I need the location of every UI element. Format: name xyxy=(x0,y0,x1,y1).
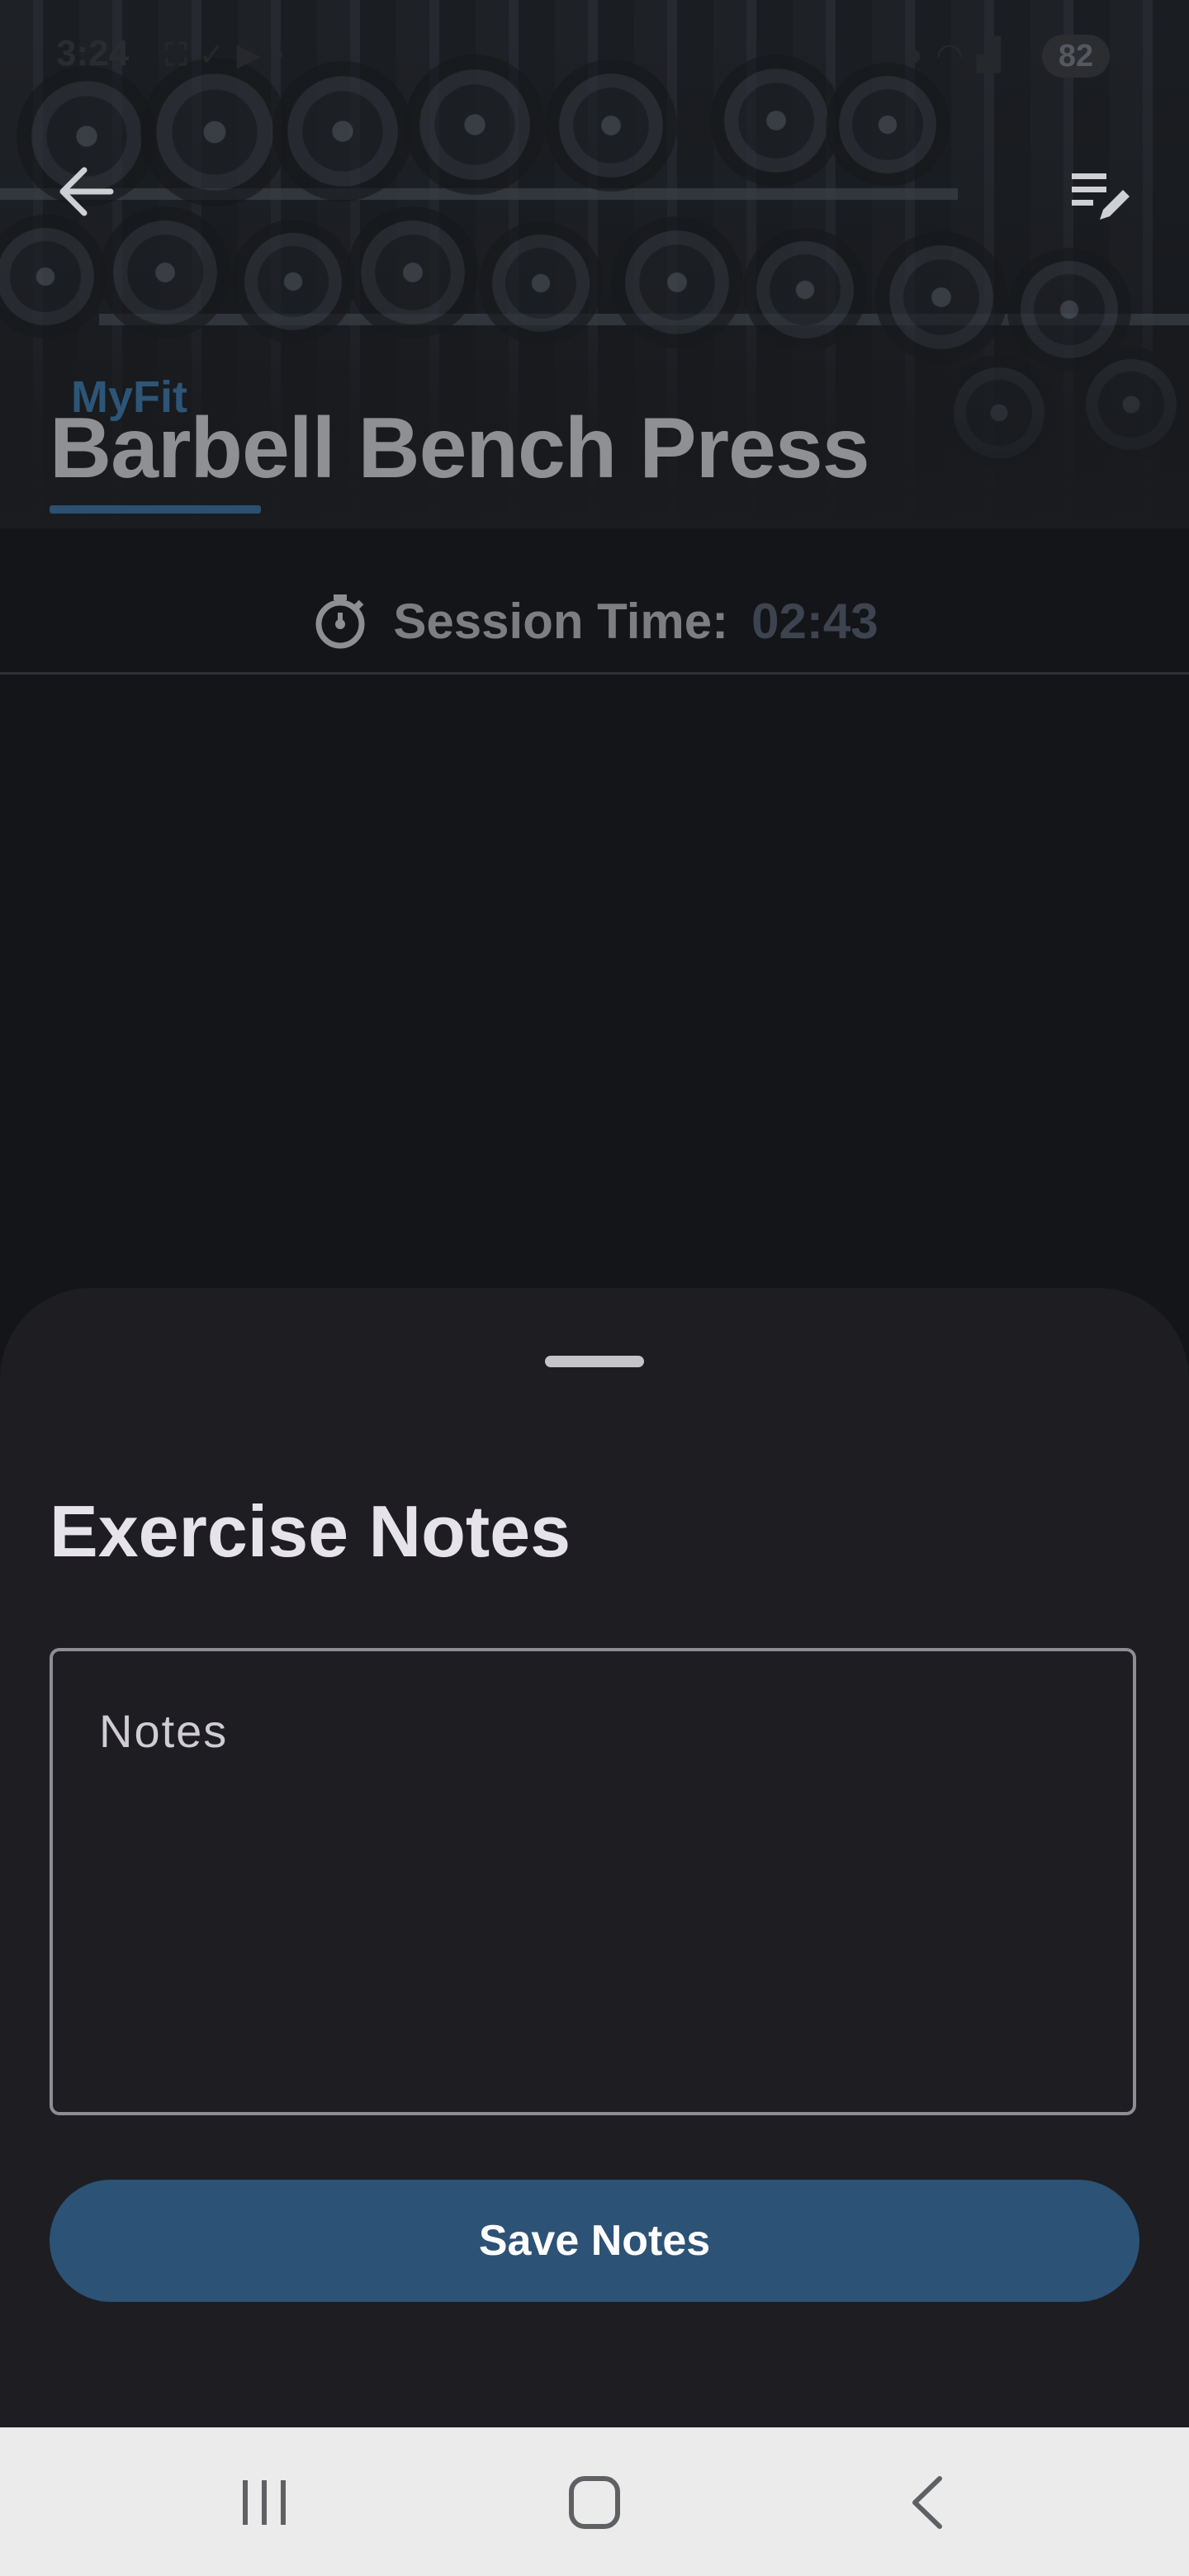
save-notes-button[interactable]: Save Notes xyxy=(50,2180,1139,2302)
recent-apps-button[interactable] xyxy=(231,2474,297,2531)
status-bar: 3:24 ⛶✓▶• ●◠▟ 82 xyxy=(0,0,1189,107)
location-icon: ● xyxy=(903,38,938,73)
back-icon xyxy=(912,2476,942,2529)
page-title: Barbell Bench Press xyxy=(50,400,870,496)
arrow-left-icon xyxy=(59,167,114,216)
dot-icon: • xyxy=(272,38,295,73)
status-notification-icons: ⛶✓▶• xyxy=(165,36,295,73)
session-timer: Session Time: 02:43 xyxy=(0,578,1189,669)
check-circle-icon: ✓ xyxy=(198,38,237,73)
signal-icon: ▟ xyxy=(976,38,1016,73)
screenshot-icon: ⛶ xyxy=(165,38,199,73)
title-underline xyxy=(50,505,261,514)
home-icon xyxy=(569,2476,620,2529)
nav-back-button[interactable] xyxy=(897,2474,963,2531)
edit-notes-button[interactable] xyxy=(1070,165,1133,225)
video-icon: ▶ xyxy=(236,38,272,73)
edit-list-icon xyxy=(1072,173,1130,220)
session-time-value: 02:43 xyxy=(751,593,879,649)
home-button[interactable] xyxy=(561,2474,628,2531)
system-nav-bar xyxy=(0,2427,1189,2576)
battery-indicator: 82 xyxy=(1042,35,1110,78)
stopwatch-icon xyxy=(315,594,365,649)
recent-apps-icon xyxy=(243,2480,286,2525)
wifi-icon: ◠ xyxy=(937,38,977,73)
notes-input[interactable] xyxy=(50,1648,1136,2115)
back-button[interactable] xyxy=(56,162,116,221)
divider xyxy=(0,672,1189,675)
status-time: 3:24 xyxy=(56,33,130,73)
sheet-title: Exercise Notes xyxy=(50,1490,571,1572)
exercise-notes-sheet: Exercise Notes Save Notes xyxy=(0,1288,1189,2427)
status-system-icons: ●◠▟ xyxy=(904,36,1016,73)
session-time-label: Session Time: xyxy=(393,593,729,649)
sheet-drag-handle[interactable] xyxy=(545,1356,644,1367)
